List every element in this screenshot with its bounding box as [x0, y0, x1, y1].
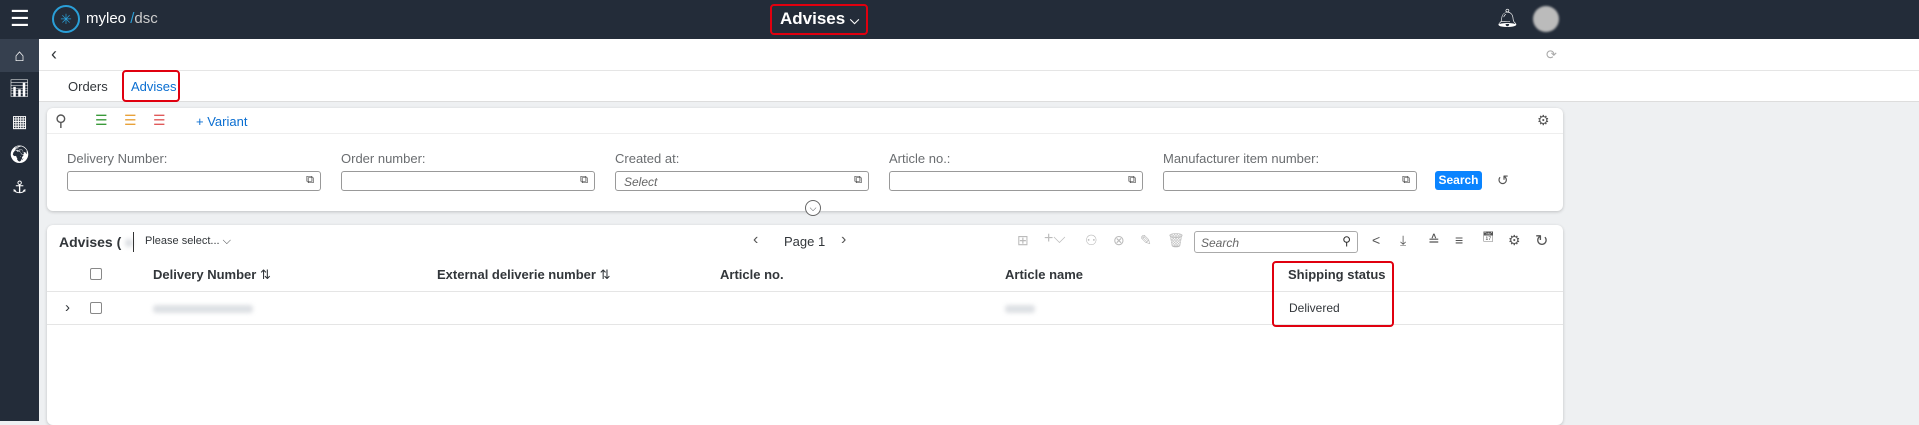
- created-at-label: Created at:: [615, 151, 680, 166]
- delivery-number-label: Delivery Number:: [67, 151, 168, 166]
- highlight-tab: [122, 70, 180, 102]
- sort-icon[interactable]: ⇅: [260, 267, 271, 282]
- search-button[interactable]: Search: [1435, 171, 1482, 190]
- cancel-icon[interactable]: ⊗: [1113, 232, 1125, 249]
- settings-icon[interactable]: ⚙: [1508, 232, 1521, 249]
- delivery-number-input[interactable]: ⧉: [67, 171, 321, 191]
- prev-page-icon[interactable]: ‹: [753, 231, 758, 249]
- anchor-icon[interactable]: ⚓︎: [0, 171, 39, 204]
- value-help-icon[interactable]: ⧉: [1128, 174, 1136, 187]
- sidebar: ⌂ 📊︎ ▦ 🌍︎ ⚓︎: [0, 39, 39, 421]
- share-icon[interactable]: <: [1372, 232, 1380, 248]
- globe-icon[interactable]: 🌍︎: [0, 138, 39, 171]
- delete-icon[interactable]: 🗑︎: [1167, 232, 1185, 249]
- article-no-label: Article no.:: [889, 151, 951, 166]
- reset-icon[interactable]: ↺: [1497, 172, 1509, 189]
- hamburger-menu-icon[interactable]: ☰: [10, 8, 30, 30]
- top-bar: ☰ ✳ myleo /dsc Advises ⌵ 🔔︎: [0, 0, 1919, 39]
- col-label: Delivery Number: [153, 267, 257, 282]
- manufacturer-item-input[interactable]: ⧉: [1163, 171, 1417, 191]
- add-icon[interactable]: +⌵: [1044, 230, 1065, 248]
- created-at-placeholder: Select: [624, 175, 658, 189]
- highlight-title: [770, 4, 868, 35]
- col-external-number[interactable]: External deliverie number ⇅: [437, 267, 610, 283]
- package-icon[interactable]: ⊞: [1017, 232, 1029, 249]
- page-label: Page 1: [784, 234, 826, 249]
- table-title-text: Advises (: [59, 234, 122, 250]
- table-title: Advises (: [59, 234, 134, 250]
- page-header: ‹ ⟳ Orders Advises: [39, 39, 1919, 102]
- home-icon[interactable]: ⌂: [0, 39, 39, 72]
- table-search-placeholder: Search: [1201, 236, 1240, 250]
- delivery-number-cell: [153, 305, 253, 313]
- bell-icon[interactable]: 🔔︎: [1496, 8, 1519, 29]
- sort-icon[interactable]: ⇅: [600, 267, 611, 282]
- order-number-input[interactable]: ⧉: [341, 171, 595, 191]
- highlight-shipping-status: [1272, 261, 1394, 327]
- expand-filter-icon[interactable]: ⌵: [805, 200, 821, 216]
- filter-icon[interactable]: ≡: [1455, 232, 1463, 248]
- article-no-input[interactable]: ⧉: [889, 171, 1143, 191]
- logo-brand: myleo: [86, 10, 127, 27]
- tab-orders[interactable]: Orders: [68, 79, 108, 94]
- download-icon[interactable]: ⤓: [1400, 232, 1406, 249]
- table-search-input[interactable]: Search ⚲: [1194, 231, 1358, 253]
- manufacturer-item-label: Manufacturer item number:: [1163, 151, 1320, 166]
- refresh-icon[interactable]: ⟳: [1546, 47, 1557, 63]
- col-label: External deliverie number: [437, 267, 596, 282]
- dashboard-icon[interactable]: ▦: [0, 105, 39, 138]
- variant-select[interactable]: Please select... ⌵: [145, 235, 231, 248]
- checklist-icon[interactable]: ☰: [153, 112, 166, 129]
- expand-row-icon[interactable]: ›: [65, 299, 70, 316]
- edit-icon[interactable]: ✎: [1140, 232, 1152, 249]
- logo-icon: ✳: [52, 5, 80, 33]
- search-icon[interactable]: ⚲: [1342, 234, 1351, 248]
- back-icon[interactable]: ‹: [51, 44, 57, 65]
- avatar[interactable]: [1533, 6, 1559, 32]
- list-green-icon[interactable]: ☰: [95, 112, 108, 129]
- value-help-icon[interactable]: ⧉: [854, 174, 862, 187]
- search-icon[interactable]: ⚲: [55, 111, 67, 131]
- filter-bar: ⚲ ☰ ☰ ☰ + Variant ⚙ Delivery Number: ⧉ O…: [47, 108, 1563, 216]
- variant-select-text: Please select...: [145, 235, 220, 247]
- refresh-icon[interactable]: ↻: [1535, 231, 1548, 251]
- logo: myleo /dsc: [86, 10, 158, 27]
- value-help-icon[interactable]: ⧉: [306, 174, 314, 187]
- add-user-icon[interactable]: ⚇: [1085, 232, 1098, 249]
- col-article-no[interactable]: Article no.: [720, 267, 784, 282]
- order-number-label: Order number:: [341, 151, 426, 166]
- value-help-icon[interactable]: ⧉: [580, 174, 588, 187]
- value-help-icon[interactable]: ⧉: [1402, 174, 1410, 187]
- article-name-cell: [1005, 305, 1035, 313]
- settings-icon[interactable]: ⚙: [1537, 112, 1550, 129]
- sort-icon[interactable]: ≙: [1428, 232, 1440, 249]
- list-orange-icon[interactable]: ☰: [124, 112, 137, 129]
- created-at-input[interactable]: Select ⧉: [615, 171, 869, 191]
- col-article-name[interactable]: Article name: [1005, 267, 1083, 282]
- next-page-icon[interactable]: ›: [841, 231, 846, 249]
- col-delivery-number[interactable]: Delivery Number ⇅: [153, 267, 271, 283]
- logo-product: dsc: [134, 10, 158, 27]
- row-checkbox[interactable]: [90, 302, 102, 314]
- calendar-icon[interactable]: 📅︎: [1482, 232, 1495, 243]
- select-all-checkbox[interactable]: [90, 268, 102, 280]
- add-variant-button[interactable]: + Variant: [196, 114, 247, 129]
- analytics-icon[interactable]: 📊︎: [0, 72, 39, 105]
